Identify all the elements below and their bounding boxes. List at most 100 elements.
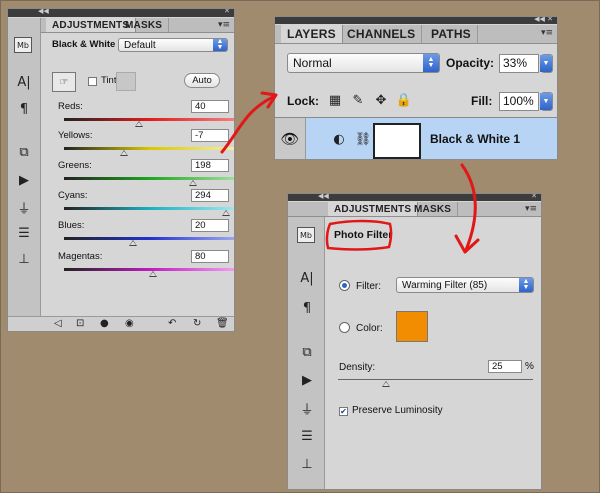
cyans-slider-track[interactable] xyxy=(64,207,234,210)
levels-icon[interactable]: ⧉ xyxy=(297,343,317,361)
trash-icon[interactable]: 🗑 xyxy=(216,318,229,329)
tint-label: Tint xyxy=(101,75,117,86)
usb-icon[interactable]: ⏚ xyxy=(14,198,34,217)
adjustments-panel-black-white: ◀◀ ✕ ADJUSTMENTS MASKS ▾≡ Mb A| ¶ ⧉ ▶ ⏚ ☰… xyxy=(7,8,235,332)
tab-adjustments[interactable]: ADJUSTMENTS xyxy=(328,202,419,216)
blend-mode-select[interactable]: Normal ▲ ▼ xyxy=(287,53,440,73)
lock-position-icon[interactable]: ✥ xyxy=(371,91,391,109)
cyans-label: Cyans: xyxy=(58,190,88,201)
usb-icon[interactable]: ⏚ xyxy=(297,399,317,418)
lock-label: Lock: xyxy=(287,94,320,108)
panel-menu-icon[interactable]: ▾≡ xyxy=(541,28,553,38)
preset-select[interactable]: Default ▲ ▼ xyxy=(118,38,228,52)
yellows-label: Yellows: xyxy=(58,130,93,141)
opacity-label: Opacity: xyxy=(446,56,495,70)
density-label: Density: xyxy=(339,362,376,373)
fill-field[interactable]: 100% xyxy=(499,92,539,111)
layer-name[interactable]: Black & White 1 xyxy=(430,132,520,146)
tint-checkbox[interactable] xyxy=(88,77,97,86)
levels-icon[interactable]: ⧉ xyxy=(14,143,34,161)
lock-all-icon[interactable]: 🔒 xyxy=(394,91,414,109)
link-icon[interactable]: ⛓ xyxy=(353,130,373,148)
blend-mode-value: Normal xyxy=(293,56,332,70)
greens-slider-track[interactable] xyxy=(64,177,234,180)
cyans-slider-thumb[interactable] xyxy=(222,210,230,216)
mb-icon[interactable]: Mb xyxy=(14,37,32,53)
reds-slider-thumb[interactable] xyxy=(135,121,143,127)
dropdown-arrow-icon: ▼ xyxy=(540,55,552,72)
color-label: Color: xyxy=(356,323,383,334)
layers-panel: ◀◀ ✕ LAYERS CHANNELS PATHS ▾≡ Normal ▲ ▼ … xyxy=(274,16,558,160)
paragraph-icon[interactable]: ¶ xyxy=(14,100,34,118)
circle-icon[interactable]: ● xyxy=(100,318,109,329)
opacity-field[interactable]: 33% xyxy=(499,54,539,73)
sliders-icon[interactable]: ☰ xyxy=(297,427,317,445)
yellows-slider-thumb[interactable] xyxy=(120,150,128,156)
stamp-icon[interactable]: ⊥ xyxy=(14,250,34,268)
panel-title-bar[interactable]: ◀◀ ✕ xyxy=(8,9,234,17)
tab-masks[interactable]: MASKS xyxy=(408,202,459,216)
reds-slider-track[interactable] xyxy=(64,118,234,121)
yellows-slider-track[interactable] xyxy=(64,147,234,150)
play-icon[interactable]: ▶ xyxy=(297,371,317,389)
tab-layers[interactable]: LAYERS xyxy=(281,25,343,43)
eye-icon[interactable]: ◉ xyxy=(125,318,134,329)
greens-value-field[interactable]: 198 xyxy=(191,159,229,172)
lock-transparency-icon[interactable]: ▦ xyxy=(325,91,345,109)
type-icon[interactable]: A| xyxy=(14,73,34,91)
panel-menu-icon[interactable]: ▾≡ xyxy=(218,20,230,30)
density-slider-track[interactable] xyxy=(338,379,533,380)
back-arrow-icon[interactable]: ◁ xyxy=(54,318,62,329)
filter-label: Filter: xyxy=(356,281,381,292)
paragraph-icon[interactable]: ¶ xyxy=(297,299,317,317)
greens-slider-thumb[interactable] xyxy=(189,180,197,186)
magentas-slider-thumb[interactable] xyxy=(149,271,157,277)
opacity-dropdown[interactable]: ▼ xyxy=(540,54,553,73)
sliders-icon[interactable]: ☰ xyxy=(14,224,34,242)
tab-masks[interactable]: MASKS xyxy=(119,18,170,32)
fill-dropdown[interactable]: ▼ xyxy=(540,92,553,111)
clip-icon[interactable]: ⊡ xyxy=(76,318,84,329)
blues-value-field[interactable]: 20 xyxy=(191,219,229,232)
tab-channels[interactable]: CHANNELS xyxy=(341,25,423,43)
density-slider-thumb[interactable] xyxy=(382,381,390,387)
preserve-luminosity-checkbox[interactable]: ✔ xyxy=(339,407,348,416)
panel-bottom-bar: ◁ ⊡ ● ◉ ↶ ↻ 🗑 xyxy=(8,316,234,331)
density-field[interactable]: 25 xyxy=(488,360,522,373)
blues-slider-thumb[interactable] xyxy=(129,240,137,246)
refresh-icon[interactable]: ↻ xyxy=(193,318,201,329)
auto-button[interactable]: Auto xyxy=(184,73,220,88)
reds-value-field[interactable]: 40 xyxy=(191,100,229,113)
eye-visibility-icon[interactable]: 👁 xyxy=(275,118,306,159)
cyans-value-field[interactable]: 294 xyxy=(191,189,229,202)
filter-select[interactable]: Warming Filter (85) ▲ ▼ xyxy=(396,277,534,293)
fill-label: Fill: xyxy=(471,94,493,108)
tint-color-swatch[interactable] xyxy=(116,72,136,91)
layer-mask-thumbnail[interactable] xyxy=(373,123,421,159)
reds-label: Reds: xyxy=(58,101,83,112)
magentas-value-field[interactable]: 80 xyxy=(191,250,229,263)
tab-paths[interactable]: PATHS xyxy=(425,25,478,43)
layer-row[interactable]: 👁 ◐ ⛓ Black & White 1 xyxy=(275,117,557,159)
mb-icon[interactable]: Mb xyxy=(297,227,315,243)
dropdown-arrow-icon: ▼ xyxy=(540,93,552,110)
filter-color-swatch[interactable] xyxy=(396,311,428,342)
blues-label: Blues: xyxy=(58,220,85,231)
targeted-adjustment-hand-icon[interactable]: ☞ xyxy=(52,72,76,92)
magentas-label: Magentas: xyxy=(58,251,103,262)
play-icon[interactable]: ▶ xyxy=(14,171,34,189)
panel-title-bar[interactable]: ◀◀ ✕ xyxy=(275,17,557,24)
blues-slider-track[interactable] xyxy=(64,237,234,240)
preserve-luminosity-label: Preserve Luminosity xyxy=(352,405,443,416)
stamp-icon[interactable]: ⊥ xyxy=(297,455,317,473)
lock-pixels-icon[interactable]: ✎ xyxy=(348,91,368,109)
yellows-value-field[interactable]: -7 xyxy=(191,129,229,142)
filter-value: Warming Filter (85) xyxy=(402,279,488,291)
color-radio[interactable] xyxy=(339,322,350,333)
filter-radio[interactable] xyxy=(339,280,350,291)
panel-menu-icon[interactable]: ▾≡ xyxy=(525,204,537,214)
panel-title-bar[interactable]: ◀◀ ✕ xyxy=(288,194,541,201)
type-icon[interactable]: A| xyxy=(297,269,317,287)
adjustment-tools-bar: Mb A| ¶ ⧉ ▶ ⏚ ☰ ⊥ xyxy=(288,217,325,489)
reset-icon[interactable]: ↶ xyxy=(168,318,176,329)
